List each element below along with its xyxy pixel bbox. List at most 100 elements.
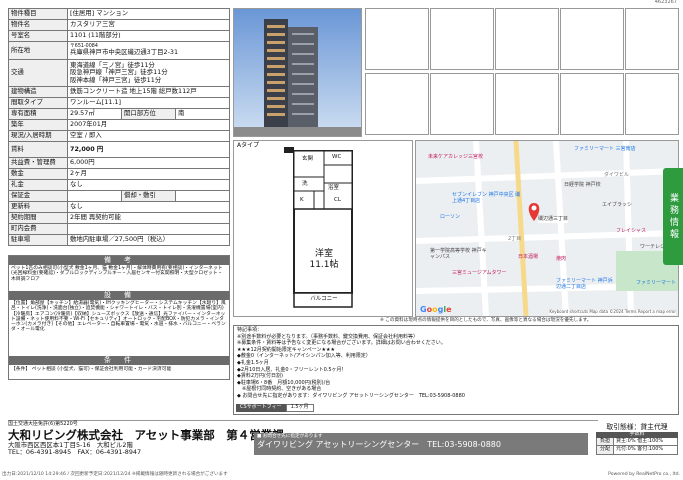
map-label: 未来ケアカレッジ三宮校: [428, 154, 484, 160]
value-room: 1101 (11階部分): [67, 30, 230, 42]
label-status: 現況/入居時期: [8, 130, 68, 142]
label-access: 交通: [8, 59, 68, 87]
remarks-heading: 備 考: [9, 256, 229, 265]
access-line: 阪神本線「神戸三宮」徒歩11分: [70, 75, 162, 84]
value-amortization: [175, 190, 230, 202]
fee-row-value: 元付:0% 客付:100%: [616, 446, 664, 453]
value-fee: 6,000円: [67, 157, 230, 169]
label-built: 築年: [8, 119, 68, 131]
label-layout: 間取タイプ: [8, 97, 68, 109]
value-guarantee: [67, 190, 122, 202]
building-photo-image: [234, 9, 361, 136]
photo-placeholder: [365, 73, 429, 135]
room-entrance: 玄関: [302, 156, 314, 162]
floor-plan: Aタイプ 玄関 WC 洗 浴室 K CL 洋室 11.1帖 バルコニー: [233, 140, 413, 317]
value-access: 東海道線「三ノ宮」徒歩11分 阪急神戸線「神戸三宮」徒歩11分 阪神本線「神戸三…: [67, 59, 230, 87]
license-number: 国土交通大臣免許(6)第5220号: [8, 421, 78, 427]
business-info-tab[interactable]: 業務情報: [663, 168, 683, 265]
label-room: 号室名: [8, 30, 68, 42]
map-label: 三宮ミュージアムタワー: [452, 270, 507, 276]
map-label: ワーテレジ: [640, 244, 666, 250]
value-renewal: なし: [67, 201, 230, 213]
value-parking: 敷地内駐車場／27,500円（税込）: [67, 234, 230, 246]
floor-plan-drawing: [284, 147, 353, 308]
notes-line: ◆礼金1.5ヶ月: [237, 359, 269, 366]
notes-line: ※募集条件・賃料等は予告なく変更になる場合がございます。詳細はお問い合わせくださ…: [237, 340, 446, 347]
label-key-money: 礼金: [8, 179, 68, 191]
notes-line: ◆賃料2万円(付日割): [237, 373, 283, 380]
building-photo: [233, 8, 362, 137]
special-notes: 特記事項： ※別途手数料が必要となります。（事務手数料、鍵交換費用、保証会社利用…: [233, 325, 679, 415]
google-logo: Google: [420, 305, 452, 314]
photo-placeholder: [365, 8, 429, 70]
room-western: 洋室: [314, 249, 333, 259]
label-parking: 駐車場: [8, 234, 68, 246]
label-amortization: 償却・敷引: [121, 190, 176, 202]
equipment-text: 【位置】角部屋【キッチン】給湯器(電気)・IHクッキングヒーター・システムキッチ…: [11, 301, 226, 333]
remarks-section: 備 考 ペット1匹のみ相談可(小型犬 敷金1ヶ月、猫 敷金1ヶ月)・解体時費用有…: [8, 255, 230, 380]
notes-line: ※屋根付同時契約、空きがある場合: [237, 386, 322, 393]
fee-row-label: 分配: [597, 446, 614, 455]
map-label: ローソン: [440, 214, 461, 220]
value-rent: 72,000 円: [67, 141, 230, 158]
room-closet: CL: [334, 197, 341, 203]
fee-row: 分配 元付:0% 客付:100%: [596, 446, 678, 456]
value-built: 2007年01月: [67, 119, 230, 131]
label-contract: 契約期間: [8, 212, 68, 224]
fee-row-label: 負担: [597, 437, 614, 446]
fee-row-value: 貸主:0% 借主:100%: [616, 437, 664, 444]
label-structure: 建物構造: [8, 86, 68, 98]
map-label: ファミリーマート: [636, 280, 677, 286]
label-community-fee: 町内会費: [8, 223, 68, 235]
map-label: 磯辺通三丁目: [538, 216, 569, 223]
terms-heading: 条 件: [9, 356, 229, 365]
map-attribution: Keyboard shortcuts Map data ©2024 Terms …: [549, 309, 676, 315]
photo-placeholder: [430, 8, 494, 70]
photo-placeholder: [495, 73, 559, 135]
notes-line: 特記事項：: [237, 327, 263, 333]
value-structure: 鉄筋コンクリート造 地上15階 総戸数112戸: [67, 86, 230, 98]
label-direction: 開口部方位: [121, 108, 176, 120]
room-kitchen: K: [300, 197, 304, 203]
room-toilet: WC: [332, 154, 342, 160]
photo-placeholder: [560, 8, 624, 70]
disclaimer-text: ※ この資料は現時点の情報提供を目的としたもので、写真、画像等と異なる場合は現況…: [380, 318, 592, 323]
photo-placeholder: [625, 73, 679, 135]
label-name: 物件名: [8, 19, 68, 31]
value-address: 〒651-0084 兵庫県神戸市中央区磯辺通3丁目2-31: [67, 41, 230, 60]
equipment-heading: 設 備: [9, 291, 229, 300]
value-deposit: 2ヶ月: [67, 168, 230, 180]
map-label: セブンイレブン 神戸中央区 磯上通4丁目店: [452, 192, 521, 204]
output-date: 出力日:2021/12/10 14:29:46 / 次回更新予定日:2021/1…: [2, 472, 228, 477]
photo-placeholder: [430, 73, 494, 135]
room-laundry: 洗: [302, 181, 308, 187]
property-spec-table: 物件種目 [住居用] マンション 物件名 カスタリア三宮 号室名 1101 (1…: [8, 8, 230, 246]
cs-fee-label: CSサポートフィー: [236, 404, 286, 412]
label-address: 所在地: [8, 41, 68, 60]
value-name: カスタリア三宮: [67, 19, 230, 31]
label-fee: 共益費・管理費: [8, 157, 68, 169]
map-label: エイブラッシ: [602, 202, 633, 208]
value-contract: 2年間 再契約可能: [67, 212, 230, 224]
remarks-text: ペット1匹のみ相談可(小型犬 敷金1ヶ月、猫 敷金1ヶ月)・解体時費用有(要相談…: [11, 266, 223, 282]
label-guarantee: 保証金: [8, 190, 68, 202]
map-label: 日本酒場: [518, 254, 539, 260]
value-direction: 南: [175, 108, 230, 120]
label-type: 物件種目: [8, 8, 68, 20]
map-label: 第一学院高等学校 神戸キャンパス: [430, 248, 487, 260]
value-status: 空室 / 即入: [67, 130, 230, 142]
contact-info: ダイワリビング アセットリーシングセンター TEL:03-5908-0880: [257, 440, 501, 450]
label-rent: 賃料: [8, 141, 68, 158]
map-label: ファミリーマート 三宮南店: [574, 146, 636, 152]
value-key-money: なし: [67, 179, 230, 191]
document-code: 4623267: [654, 0, 677, 5]
value-type: [住居用] マンション: [67, 8, 230, 20]
contact-box: ■ お問合せ先に指定があります ダイワリビング アセットリーシングセンター TE…: [254, 433, 588, 455]
label-area: 専有面積: [8, 108, 68, 120]
notes-line: ◆2月10日入居、礼金0・フリーレント0.5ヶ月！: [237, 366, 347, 373]
label-renewal: 更新料: [8, 201, 68, 213]
room-balcony: バルコニー: [310, 296, 338, 302]
notes-line: ◆ お問合せ先に指定があります：ダイワリビング アセットリーシングセンター TE…: [237, 392, 465, 399]
floor-plan-type: Aタイプ: [237, 142, 260, 149]
location-map[interactable]: 未来ケアカレッジ三宮校 ファミリーマート 三宮南店 日経学院 神戸校 セブンイレ…: [415, 140, 679, 317]
